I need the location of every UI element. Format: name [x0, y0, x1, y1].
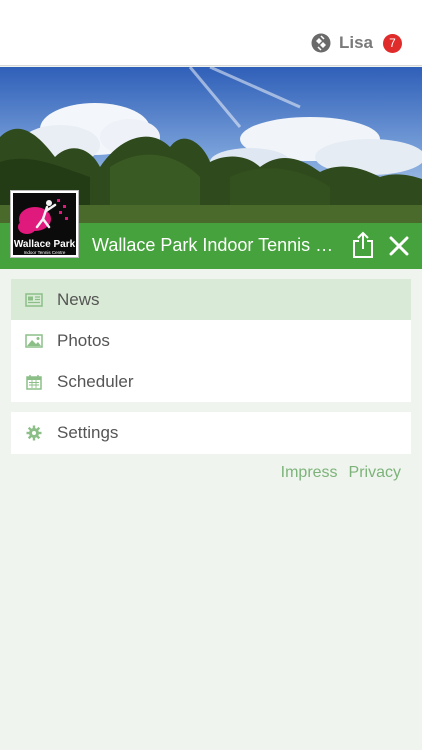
club-title: Wallace Park Indoor Tennis Centre: [92, 235, 344, 255]
menu-item-settings[interactable]: Settings: [11, 412, 411, 454]
gear-icon: [25, 425, 43, 441]
top-bar: Lisa 7: [0, 0, 422, 66]
club-logo: Wallace Park Indoor Tennis Centre: [10, 190, 79, 258]
impress-link[interactable]: Impress: [281, 464, 338, 482]
logo-subtitle: Indoor Tennis Centre: [23, 250, 66, 255]
legal-links: Impress Privacy: [281, 464, 401, 482]
image-icon: [25, 333, 43, 349]
newspaper-icon: [25, 292, 43, 308]
user-avatar-icon: [311, 33, 331, 53]
menu-item-photos[interactable]: Photos: [11, 320, 411, 361]
navigation-menu: News Photos Scheduler: [11, 279, 411, 402]
logo-name: Wallace Park: [13, 239, 76, 250]
calendar-icon: [25, 374, 43, 390]
close-icon[interactable]: [388, 235, 410, 257]
menu-item-label: Scheduler: [57, 371, 134, 391]
user-menu[interactable]: Lisa 7: [311, 33, 402, 53]
menu-item-scheduler[interactable]: Scheduler: [11, 361, 411, 402]
share-icon[interactable]: [352, 231, 374, 259]
menu-item-label: News: [57, 289, 100, 309]
notification-badge[interactable]: 7: [383, 33, 402, 53]
menu-item-label: Photos: [57, 330, 110, 350]
menu-item-label: Settings: [57, 423, 119, 442]
menu-item-news[interactable]: News: [11, 279, 411, 320]
user-name: Lisa: [338, 33, 373, 52]
privacy-link[interactable]: Privacy: [349, 464, 401, 482]
settings-menu: Settings: [11, 412, 411, 454]
